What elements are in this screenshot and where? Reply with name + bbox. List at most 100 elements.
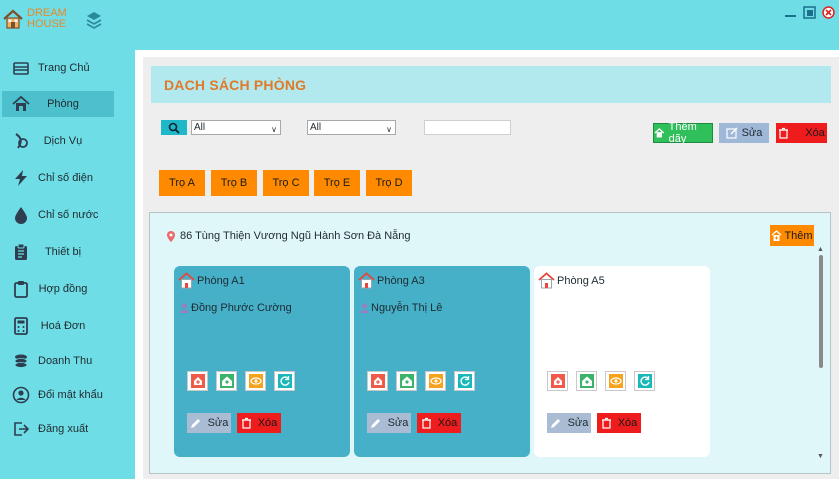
close-icon[interactable] <box>822 6 835 19</box>
room-card[interactable]: Phòng A5 Sửa Xóa <box>534 266 710 457</box>
sidebar-item-label: Đổi mật khẩu <box>38 389 103 401</box>
room-action-refresh-button[interactable] <box>454 371 475 391</box>
room-action-view-button[interactable] <box>425 371 446 391</box>
pencil-icon <box>190 419 200 428</box>
refresh-icon <box>457 374 472 388</box>
room-edit-button[interactable]: Sửa <box>367 413 411 433</box>
sidebar-item-dich-vu[interactable]: Dịch Vụ <box>2 128 114 154</box>
sidebar-item-label: Chỉ số nước <box>38 209 99 221</box>
sidebar-item-label: Doanh Thu <box>38 355 93 367</box>
scroll-up-arrow[interactable]: ▲ <box>817 246 824 253</box>
house-user-icon <box>579 374 594 388</box>
room-action-refresh-button[interactable] <box>634 371 655 391</box>
trash-icon <box>779 127 789 139</box>
minimize-icon[interactable] <box>784 6 797 19</box>
house-icon <box>12 95 30 111</box>
service-icon <box>15 133 28 149</box>
room-house-icon <box>178 272 195 289</box>
room-action-add-button[interactable] <box>547 371 568 391</box>
room-name: Phòng A5 <box>557 274 605 287</box>
add-block-button[interactable]: Thêm dãy <box>653 121 713 145</box>
chevron-down-icon: ∨ <box>271 125 277 134</box>
room-list-panel: DACH SÁCH PHÒNG All ∨ All ∨ Thêm dãy Sửa… <box>143 57 839 479</box>
tenant-name: Nguyễn Thị Lê <box>371 302 443 314</box>
sidebar-item-chi-so-nuoc[interactable]: Chỉ số nước <box>2 202 114 228</box>
room-delete-button[interactable]: Xóa <box>597 413 641 433</box>
room-delete-button[interactable]: Xóa <box>237 413 281 433</box>
room-action-view-button[interactable] <box>245 371 266 391</box>
room-edit-button[interactable]: Sửa <box>547 413 591 433</box>
sidebar-item-doanh-thu[interactable]: Doanh Thu <box>2 348 114 374</box>
add-room-button[interactable]: Thêm <box>770 225 814 246</box>
sidebar-item-doi-mat-khau[interactable]: Đổi mật khẩu <box>2 382 114 408</box>
search-input[interactable] <box>424 120 511 135</box>
room-action-tenant-button[interactable] <box>396 371 417 391</box>
scroll-down-arrow[interactable]: ▼ <box>817 453 824 460</box>
app-logo: DREAM HOUSE <box>2 8 67 30</box>
clipboard-icon <box>15 243 27 260</box>
logo-line2: HOUSE <box>27 18 67 30</box>
house-add-icon <box>654 128 665 138</box>
room-action-tenant-button[interactable] <box>576 371 597 391</box>
room-edit-button[interactable]: Sửa <box>187 413 231 433</box>
page-header: DACH SÁCH PHÒNG <box>151 66 831 103</box>
room-action-add-button[interactable] <box>367 371 388 391</box>
eye-icon <box>248 374 263 388</box>
sidebar-item-thiet-bi[interactable]: Thiết bị <box>2 239 114 265</box>
block-tab-a[interactable]: Trọ A <box>159 170 205 196</box>
sidebar-item-phong[interactable]: Phòng <box>2 91 114 117</box>
rooms-area: 86 Tùng Thiện Vương Ngũ Hành Sơn Đà Nẵng… <box>149 212 831 474</box>
sidebar-item-label: Chỉ số điện <box>38 172 94 184</box>
room-delete-button[interactable]: Xóa <box>417 413 461 433</box>
room-action-add-button[interactable] <box>187 371 208 391</box>
sidebar-item-label: Phòng <box>47 98 79 110</box>
water-drop-icon <box>15 207 27 224</box>
search-button[interactable] <box>161 120 187 135</box>
trash-icon <box>241 417 251 429</box>
sidebar-item-label: Hoá Đơn <box>40 320 86 332</box>
room-card[interactable]: Phòng A3 Nguyễn Thị Lê Sửa Xóa <box>354 266 530 457</box>
menu-toggle-layers-icon[interactable] <box>86 11 102 32</box>
main-content: DACH SÁCH PHÒNG All ∨ All ∨ Thêm dãy Sửa… <box>135 50 839 479</box>
house-plus-icon <box>190 374 205 388</box>
sidebar-item-label: Thiết bị <box>44 246 82 258</box>
house-user-icon <box>399 374 414 388</box>
vertical-scrollbar[interactable] <box>819 255 823 368</box>
room-card[interactable]: Phòng A1 Đồng Phước Cường Sửa Xóa <box>174 266 350 457</box>
sidebar-item-label: Đăng xuất <box>38 423 89 435</box>
edit-block-button[interactable]: Sửa <box>719 123 769 143</box>
room-action-view-button[interactable] <box>605 371 626 391</box>
search-icon <box>168 122 180 134</box>
sidebar-item-hoa-don[interactable]: Hoá Đơn <box>2 313 114 339</box>
map-pin-icon <box>167 230 175 242</box>
house-add-icon <box>772 229 782 241</box>
pencil-icon <box>370 419 380 428</box>
room-name: Phòng A3 <box>377 274 425 287</box>
room-name: Phòng A1 <box>197 274 245 287</box>
sidebar-item-chi-so-dien[interactable]: Chỉ số điện <box>2 165 114 191</box>
house-logo-icon <box>3 9 23 29</box>
filter-select-1[interactable]: All ∨ <box>191 120 281 135</box>
block-tab-b[interactable]: Trọ B <box>211 170 257 196</box>
sidebar-item-label: Dịch Vụ <box>43 135 83 147</box>
room-action-refresh-button[interactable] <box>274 371 295 391</box>
delete-block-button[interactable]: Xóa <box>776 123 827 143</box>
trash-icon <box>421 417 431 429</box>
block-tab-d[interactable]: Trọ D <box>366 170 412 196</box>
edit-icon <box>725 127 738 139</box>
sidebar-item-hop-dong[interactable]: Hợp đồng <box>2 276 114 302</box>
block-tab-e[interactable]: Trọ E <box>314 170 360 196</box>
sidebar: Trang Chủ Phòng Dịch Vụ Chỉ số điện Chỉ … <box>0 50 135 479</box>
room-house-icon <box>538 272 555 289</box>
room-action-tenant-button[interactable] <box>216 371 237 391</box>
house-plus-icon <box>550 374 565 388</box>
house-plus-icon <box>370 374 385 388</box>
window-controls <box>784 6 835 19</box>
tenant-name: Đồng Phước Cường <box>191 302 292 314</box>
block-tab-c[interactable]: Trọ C <box>263 170 309 196</box>
sidebar-item-trang-chu[interactable]: Trang Chủ <box>2 55 114 81</box>
sidebar-item-dang-xuat[interactable]: Đăng xuất <box>2 416 114 442</box>
contract-icon <box>14 281 28 298</box>
filter-select-2[interactable]: All ∨ <box>307 120 396 135</box>
maximize-icon[interactable] <box>803 6 816 19</box>
